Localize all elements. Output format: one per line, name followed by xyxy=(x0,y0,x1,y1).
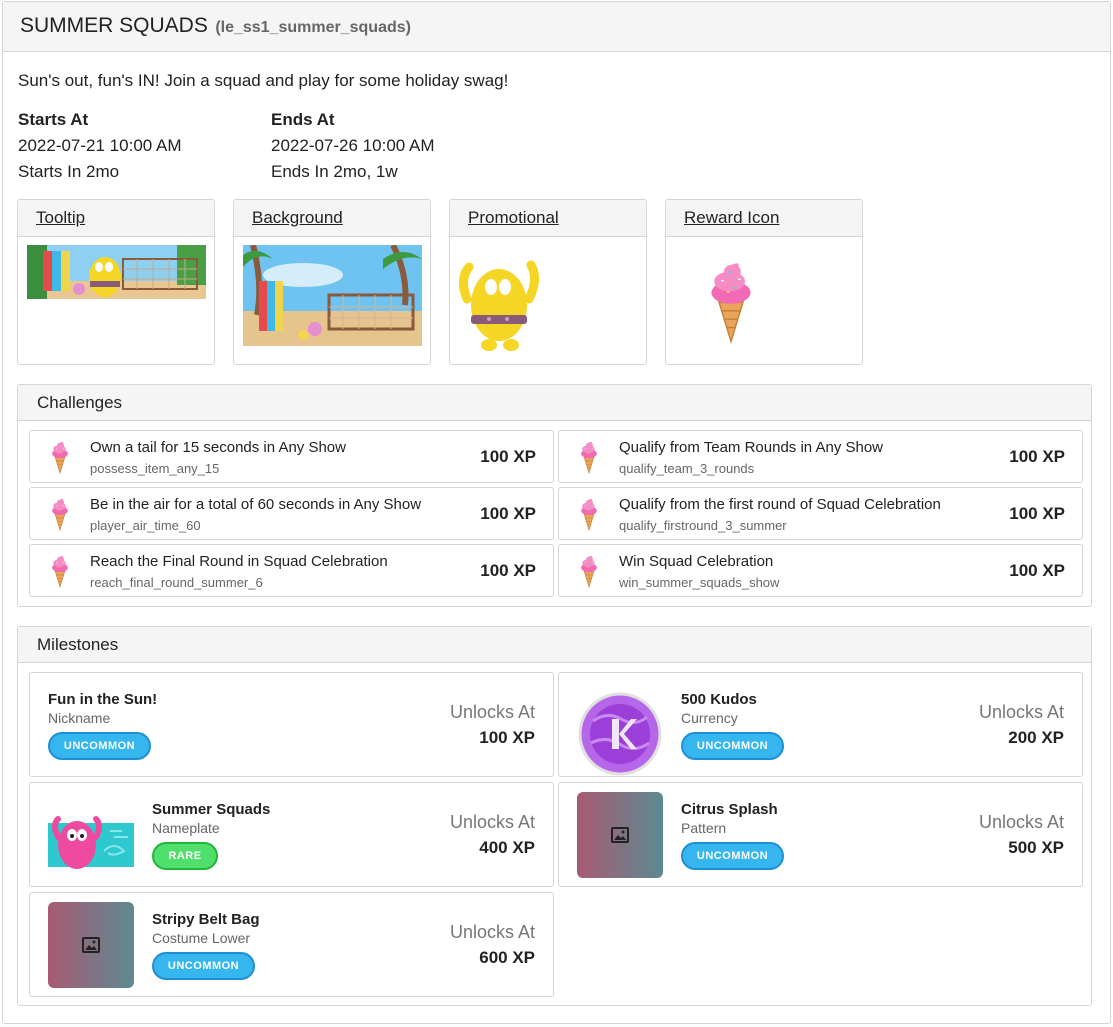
end-label: Ends At xyxy=(271,110,335,129)
event-dates: Starts At 2022-07-21 10:00 AM Starts In … xyxy=(18,107,524,185)
icecream-icon xyxy=(51,441,69,474)
unlock-label: Unlocks At xyxy=(449,812,535,832)
milestone-item: Fun in the Sun! Nickname UNCOMMON Unlock… xyxy=(29,672,554,777)
milestone-item: 500 Kudos Currency UNCOMMON Unlocks At 2… xyxy=(558,672,1083,777)
challenge-xp: 100 XP xyxy=(480,561,536,580)
event-header: SUMMER SQUADS (le_ss1_summer_squads) xyxy=(3,2,1110,52)
icecream-icon xyxy=(51,555,69,588)
pattern-placeholder xyxy=(577,792,663,878)
milestone-type: Pattern xyxy=(681,820,727,836)
unlock-xp: 400 XP xyxy=(479,838,535,857)
milestone-item: Summer Squads Nameplate RARE Unlocks At … xyxy=(29,782,554,887)
challenges-title: Challenges xyxy=(18,385,1091,421)
image-cards: Tooltip Background Promotional Reward Ic… xyxy=(17,199,863,365)
background-link[interactable]: Background xyxy=(252,208,343,227)
challenge-item: Reach the Final Round in Squad Celebrati… xyxy=(29,544,554,597)
event-id: (le_ss1_summer_squads) xyxy=(215,19,411,36)
milestone-type: Currency xyxy=(681,710,738,726)
challenge-id: win_summer_squads_show xyxy=(619,575,780,590)
milestone-name: Fun in the Sun! xyxy=(48,691,158,708)
unlock-xp: 100 XP xyxy=(479,728,535,747)
challenge-id: player_air_time_60 xyxy=(90,518,201,533)
milestone-name: Stripy Belt Bag xyxy=(152,911,260,928)
event-description: Sun's out, fun's IN! Join a squad and pl… xyxy=(18,71,509,90)
promotional-image xyxy=(459,260,539,351)
start-value: 2022-07-21 10:00 AM xyxy=(18,136,182,155)
end-relative: Ends In 2mo, 1w xyxy=(271,162,398,181)
milestone-type: Nickname xyxy=(48,710,111,726)
challenge-item: Qualify from the first round of Squad Ce… xyxy=(558,487,1083,540)
challenge-item: Own a tail for 15 seconds in Any Show po… xyxy=(29,430,554,483)
milestones-title: Milestones xyxy=(18,627,1091,663)
unlock-label: Unlocks At xyxy=(978,702,1064,722)
rarity-badge: UNCOMMON xyxy=(152,952,255,980)
icecream-icon xyxy=(710,262,752,343)
milestone-name: Summer Squads xyxy=(152,801,271,818)
rarity-badge: UNCOMMON xyxy=(681,842,784,870)
background-image xyxy=(243,245,422,346)
reward-icon-link[interactable]: Reward Icon xyxy=(684,208,779,227)
icecream-icon xyxy=(580,441,598,474)
challenge-xp: 100 XP xyxy=(1009,447,1065,466)
rarity-badge: UNCOMMON xyxy=(48,732,151,760)
challenge-title: Qualify from the first round of Squad Ce… xyxy=(619,496,941,513)
challenge-xp: 100 XP xyxy=(480,504,536,523)
image-card-promotional: Promotional xyxy=(449,199,647,365)
tooltip-link[interactable]: Tooltip xyxy=(36,208,85,227)
challenge-xp: 100 XP xyxy=(480,447,536,466)
milestone-type: Nameplate xyxy=(152,820,220,836)
unlock-xp: 200 XP xyxy=(1008,728,1064,747)
unlock-xp: 600 XP xyxy=(479,948,535,967)
milestone-name: 500 Kudos xyxy=(681,691,757,708)
challenge-title: Qualify from Team Rounds in Any Show xyxy=(619,439,884,456)
challenge-item: Win Squad Celebration win_summer_squads_… xyxy=(558,544,1083,597)
costume-placeholder xyxy=(48,902,134,988)
unlock-label: Unlocks At xyxy=(449,702,535,722)
challenge-item: Be in the air for a total of 60 seconds … xyxy=(29,487,554,540)
end-date-group: Ends At 2022-07-26 10:00 AM Ends In 2mo,… xyxy=(271,107,524,185)
image-placeholder-icon xyxy=(611,827,629,843)
challenge-id: qualify_team_3_rounds xyxy=(619,461,755,476)
unlock-label: Unlocks At xyxy=(978,812,1064,832)
challenge-title: Be in the air for a total of 60 seconds … xyxy=(90,496,422,513)
rarity-badge: RARE xyxy=(152,842,218,870)
challenge-title: Own a tail for 15 seconds in Any Show xyxy=(90,439,346,456)
start-label: Starts At xyxy=(18,110,89,129)
challenge-xp: 100 XP xyxy=(1009,504,1065,523)
milestone-type: Costume Lower xyxy=(152,930,251,946)
image-card-tooltip: Tooltip xyxy=(17,199,215,365)
start-date-group: Starts At 2022-07-21 10:00 AM Starts In … xyxy=(18,107,271,185)
icecream-icon xyxy=(51,498,69,531)
milestone-item: Citrus Splash Pattern UNCOMMON Unlocks A… xyxy=(558,782,1083,887)
challenge-title: Reach the Final Round in Squad Celebrati… xyxy=(90,553,388,570)
icecream-icon xyxy=(580,555,598,588)
challenge-id: qualify_firstround_3_summer xyxy=(619,518,787,533)
unlock-xp: 500 XP xyxy=(1008,838,1064,857)
challenge-item: Qualify from Team Rounds in Any Show qua… xyxy=(558,430,1083,483)
milestones-section: Milestones Fun in the Sun! Nickname UNCO… xyxy=(17,626,1092,1006)
kudos-coin-icon xyxy=(578,692,662,776)
milestone-item: Stripy Belt Bag Costume Lower UNCOMMON U… xyxy=(29,892,554,997)
rarity-badge: UNCOMMON xyxy=(681,732,784,760)
end-value: 2022-07-26 10:00 AM xyxy=(271,136,435,155)
unlock-label: Unlocks At xyxy=(449,922,535,942)
challenge-xp: 100 XP xyxy=(1009,561,1065,580)
challenges-section: Challenges Own a tail for 15 seconds in … xyxy=(17,384,1092,607)
start-relative: Starts In 2mo xyxy=(18,162,120,181)
tooltip-image xyxy=(27,245,206,299)
challenge-title: Win Squad Celebration xyxy=(619,553,774,570)
image-card-reward-icon: Reward Icon xyxy=(665,199,863,365)
image-placeholder-icon xyxy=(82,937,100,953)
icecream-icon xyxy=(580,498,598,531)
image-card-background: Background xyxy=(233,199,431,365)
challenge-id: reach_final_round_summer_6 xyxy=(90,575,263,590)
promotional-link[interactable]: Promotional xyxy=(468,208,559,227)
event-title: SUMMER SQUADS xyxy=(20,14,208,37)
nameplate-image xyxy=(48,816,134,869)
challenge-id: possess_item_any_15 xyxy=(90,461,220,476)
milestone-name: Citrus Splash xyxy=(681,801,778,818)
